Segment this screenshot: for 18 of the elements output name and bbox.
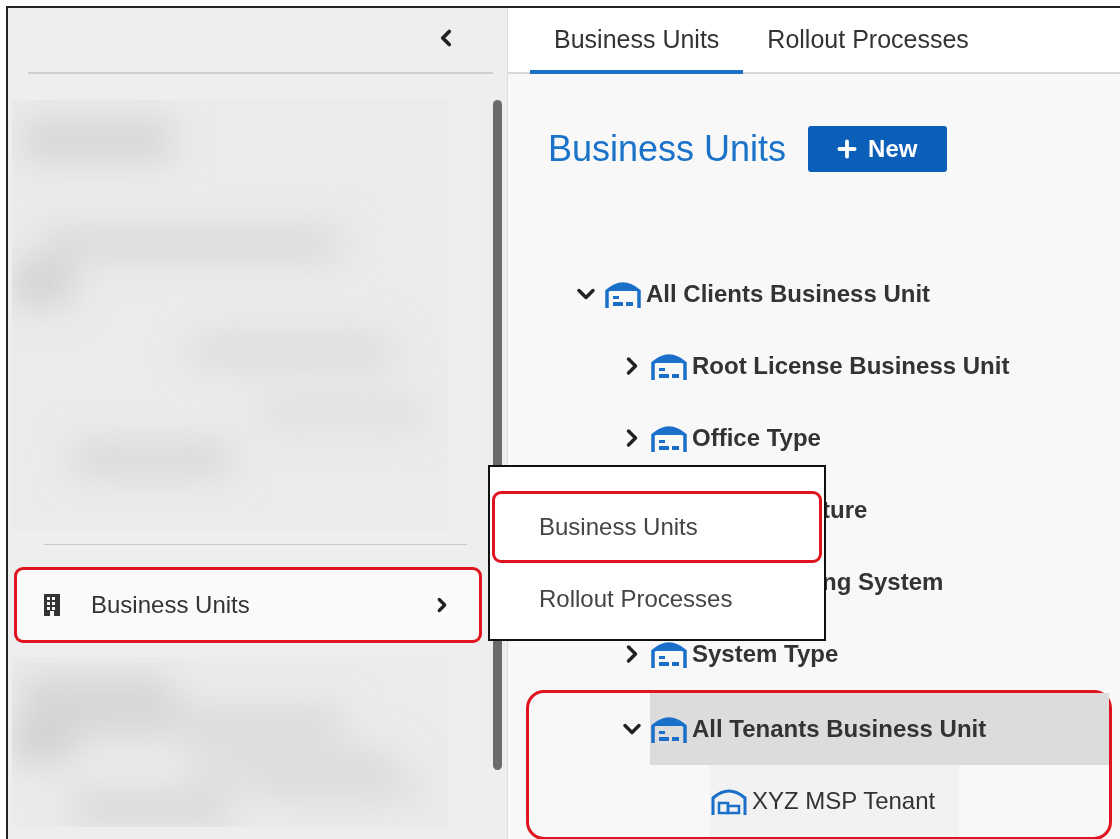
warehouse-icon <box>650 714 688 744</box>
warehouse-icon <box>650 423 688 453</box>
tab[interactable]: Business Units <box>530 8 744 74</box>
tree-item[interactable]: XYZ MSP Tenant <box>710 765 960 837</box>
warehouse-icon <box>604 279 642 309</box>
menu-item[interactable]: Business Units <box>492 491 822 563</box>
building-icon <box>43 593 61 617</box>
warehouse-icon <box>650 639 688 669</box>
tree-item[interactable]: Root License Business Unit <box>650 330 1034 402</box>
tree-item[interactable]: All Clients Business Unit <box>604 258 955 330</box>
warehouse-icon <box>710 786 748 816</box>
tree-item[interactable]: Office Type <box>650 402 845 474</box>
tree-item[interactable]: All Tenants Business Unit <box>650 693 1109 765</box>
warehouse-icon <box>650 351 688 381</box>
nav-item[interactable]: Business Units <box>14 567 482 643</box>
new-button[interactable]: New <box>808 126 948 172</box>
tab[interactable]: Rollout Processes <box>743 8 993 74</box>
page-title: Business Units <box>548 128 787 170</box>
